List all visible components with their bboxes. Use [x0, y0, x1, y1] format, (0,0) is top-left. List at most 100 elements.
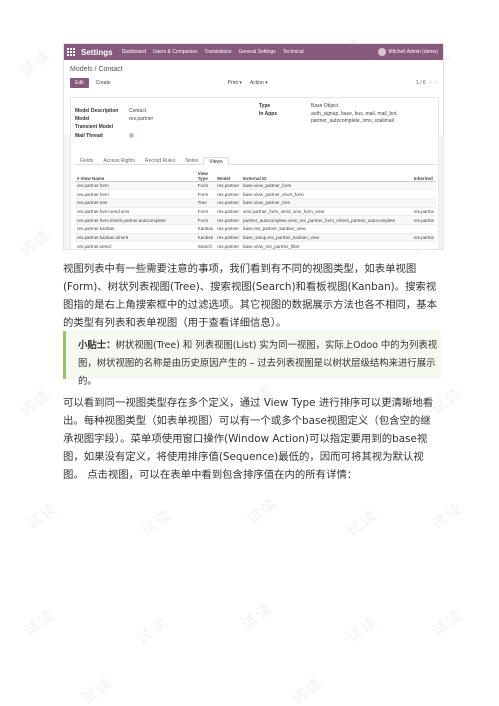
field-model-description[interactable]: Contact [129, 108, 146, 115]
watermark: 试读 [343, 611, 382, 647]
tab-access-rights[interactable]: Access Rights [98, 157, 140, 164]
breadcrumb-current: Contact [98, 66, 123, 73]
button-row: Edit Create Print ▾ Action ▾ 1 / 6 ‹ › [70, 78, 437, 88]
table-header-row: ▾ View Name View Type Model External ID I… [75, 168, 436, 182]
cell-model: res.partner [215, 207, 241, 217]
create-button[interactable]: Create [92, 78, 115, 88]
tab-views[interactable]: Views [203, 157, 229, 165]
cell-view-name: res.partner.select [75, 241, 196, 249]
tip-body: 树状视图(Tree) 和 列表视图(List) 实为同一视图，实际上Odoo 中… [78, 340, 438, 387]
tip-box: 小贴士：树状视图(Tree) 和 列表视图(List) 实为同一视图，实际上Od… [63, 331, 441, 387]
cell-view-type: Form [195, 189, 216, 199]
user-name: Mitchell Admin (demo) [388, 49, 438, 55]
watermark: 试读 [343, 505, 382, 541]
cell-view-name: res.partner.kanban.inherit [75, 233, 196, 243]
field-label-mail-thread: Mail Thread [75, 133, 103, 139]
cell-model: res.partner [215, 198, 241, 208]
pager-value: 1 / 6 [415, 80, 426, 86]
table-row[interactable]: res.partner.form Form res.partner base.view… [75, 181, 436, 191]
odoo-screenshot: Settings Dashboard Users & Companies Tra… [63, 43, 444, 250]
edit-button[interactable]: Edit [70, 78, 89, 88]
views-table: ▾ View Name View Type Model External ID I… [75, 168, 436, 249]
tab-fields[interactable]: Fields [75, 157, 98, 164]
cell-model: res.partner [215, 241, 241, 249]
cell-external-id: partner_autocomplete.view_res_partner_fo… [240, 215, 412, 225]
column-header-inherited[interactable]: Inherited [411, 168, 436, 182]
menu-general-settings[interactable]: General Settings [239, 49, 276, 55]
field-label-in-apps: In Apps [259, 111, 278, 117]
menu-users-companies[interactable]: Users & Companies [153, 49, 197, 55]
menu-dashboard[interactable]: Dashboard [122, 49, 146, 55]
table-row[interactable]: res.partner.kanban Kanban res.partner base.… [75, 224, 436, 234]
pager: 1 / 6 ‹ › [416, 80, 437, 86]
chevron-left-icon[interactable]: ‹ [430, 80, 432, 86]
table-row[interactable]: res.partner.tree Tree res.partner base.view… [75, 198, 436, 208]
breadcrumb-models[interactable]: Models [70, 66, 93, 73]
table-row[interactable]: res.partner.form.inherit.partner.autocom… [75, 215, 436, 225]
watermark: 试读 [428, 605, 467, 641]
field-label-model: Model [75, 116, 90, 122]
table-row[interactable]: res.partner.form Form res.partner base.view… [75, 189, 436, 199]
cell-inherited [411, 181, 436, 191]
user-menu[interactable]: Mitchell Admin (demo) [377, 48, 438, 56]
views-table-body: res.partner.form Form res.partner base.view… [75, 181, 436, 249]
table-row[interactable]: res.partner.kanban.inherit Kanban res.part… [75, 233, 436, 243]
cell-inherited: res.partne [411, 233, 436, 243]
watermark: 试读 [16, 45, 55, 81]
cell-view-name: res.partner.form [75, 189, 196, 199]
column-header-external-id[interactable]: External ID [240, 168, 412, 182]
tip-content: 小贴士：树状视图(Tree) 和 列表视图(List) 实为同一视图，实际上Od… [78, 337, 438, 391]
field-label-transient-model: Transient Model [75, 124, 114, 130]
field-label-model-description: Model Description [75, 108, 119, 114]
tab-notes[interactable]: Notes [180, 157, 203, 164]
mail-thread-checkbox[interactable] [129, 133, 134, 138]
field-in-apps: auth_signup, base, bus, mail, mail_bot, … [311, 111, 398, 124]
cell-inherited [411, 189, 436, 199]
column-header-model[interactable]: Model [215, 168, 241, 182]
apps-grid-icon[interactable] [67, 48, 76, 57]
top-navbar: Settings Dashboard Users & Companies Tra… [64, 44, 443, 60]
cell-model: res.partner [215, 189, 241, 199]
field-model[interactable]: res.partner [129, 116, 153, 123]
chevron-right-icon[interactable]: › [435, 80, 437, 86]
table-row[interactable]: res.partner.form.send.sms Form res.partner… [75, 207, 436, 217]
cell-model: res.partner [215, 215, 241, 225]
cell-external-id: base.res_partner_kanban_view [240, 224, 412, 234]
watermark: 试读 [20, 605, 59, 641]
cell-view-type: Kanban [195, 224, 216, 234]
print-dropdown[interactable]: Print ▾ [228, 80, 242, 86]
cell-inherited: res.partne [411, 215, 436, 225]
cell-external-id: base_setup.res_partner_kanban_view [240, 233, 412, 243]
column-header-view-type[interactable]: View Type [195, 168, 216, 182]
action-dropdown[interactable]: Action ▾ [250, 80, 268, 86]
column-header-view-name-label: View Name [80, 175, 105, 181]
watermark: 试读 [138, 505, 177, 541]
cell-external-id: base.view_res_partner_filter [240, 241, 412, 249]
field-type[interactable]: Base Object [311, 103, 338, 110]
paragraph-view-types: 视图列表中有一些需要注意的事项，我们看到有不同的视图类型，如表单视图(Form)… [63, 263, 438, 329]
watermark: 试读 [243, 493, 282, 529]
avatar [377, 48, 386, 56]
cell-external-id: base.view_partner_form [240, 181, 412, 191]
column-header-view-type-line2: Type [197, 175, 208, 181]
cell-inherited: res.partne [411, 207, 436, 217]
column-header-view-name[interactable]: ▾ View Name [75, 168, 196, 182]
app-title[interactable]: Settings [81, 48, 113, 57]
menu-translations[interactable]: Translations [205, 49, 232, 55]
cell-view-name: res.partner.form [75, 181, 196, 191]
cell-inherited [411, 224, 436, 234]
table-row[interactable]: res.partner.select Search res.partner base.… [75, 241, 436, 249]
breadcrumb-separator: / [94, 66, 97, 73]
cell-view-type: Form [195, 181, 216, 191]
cell-model: res.partner [215, 233, 241, 243]
menu-technical[interactable]: Technical [283, 49, 304, 55]
watermark: 试读 [16, 225, 55, 261]
tab-record-rules[interactable]: Record Rules [140, 157, 180, 164]
field-label-type: Type [259, 103, 271, 109]
watermark: 试读 [78, 673, 117, 706]
cell-inherited [411, 198, 436, 208]
breadcrumb: Models / Contact [70, 66, 437, 73]
cell-view-type: Form [195, 215, 216, 225]
cell-view-type: Form [195, 207, 216, 217]
cell-model: res.partner [215, 224, 241, 234]
